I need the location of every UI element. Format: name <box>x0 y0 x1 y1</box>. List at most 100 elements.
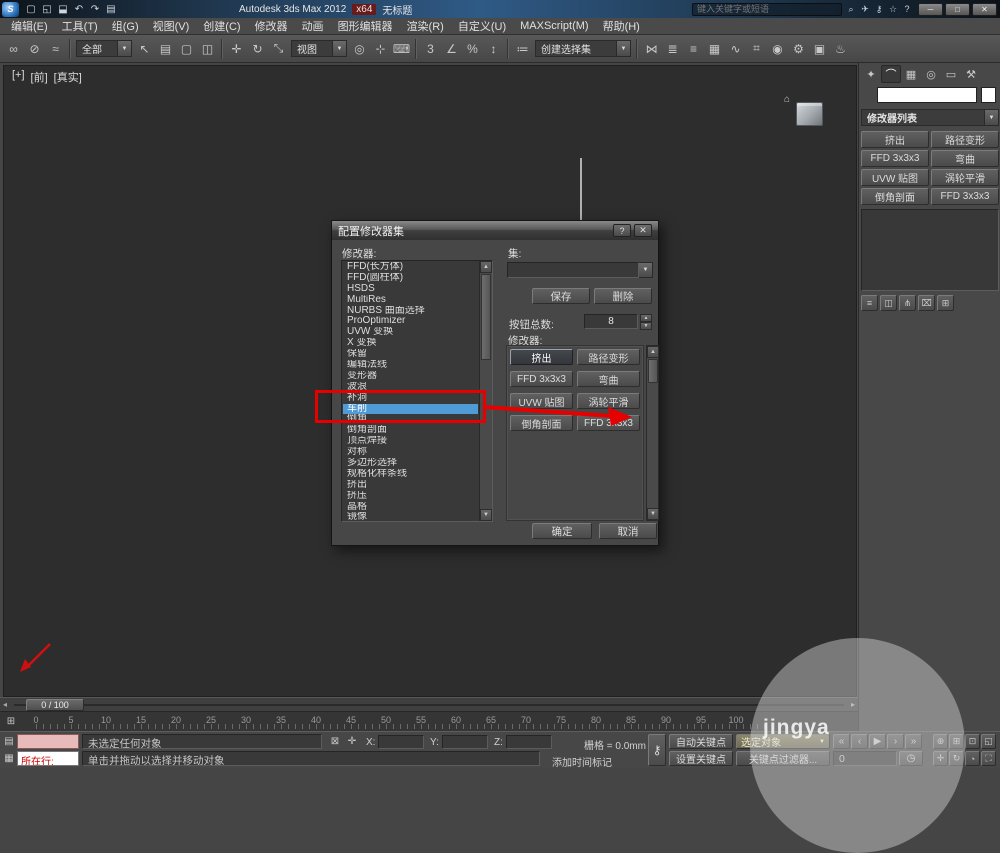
scene-spline-object[interactable] <box>580 158 582 224</box>
reference-coord-dropdown[interactable]: 视图 ▼ <box>291 40 347 57</box>
maxscript-listener-icon[interactable]: ▤ <box>2 734 16 749</box>
scroll-down-icon[interactable]: ▼ <box>647 508 659 520</box>
slider-left-arrow-icon[interactable]: ◂ <box>3 700 7 709</box>
chevron-down-icon[interactable]: ▼ <box>985 109 999 126</box>
modifier-button[interactable]: 挤出 <box>510 349 573 365</box>
menu-item[interactable]: 动画 <box>295 18 331 34</box>
modifier-list-item[interactable]: ProOptimizer <box>343 316 478 327</box>
transform-mode-icon[interactable]: ✛ <box>345 734 359 749</box>
tab-motion-icon[interactable]: ◎ <box>921 65 941 83</box>
modifier-button[interactable]: 路径变形 <box>577 349 640 365</box>
select-and-move-icon[interactable]: ✛ <box>226 38 247 59</box>
menu-item[interactable]: 图形编辑器 <box>331 18 400 34</box>
select-and-rotate-icon[interactable]: ↻ <box>247 38 268 59</box>
ok-button[interactable]: 确定 <box>532 523 592 539</box>
new-scene-icon[interactable]: ▢ <box>23 2 39 16</box>
render-setup-icon[interactable]: ⚙ <box>788 38 809 59</box>
percent-snap-icon[interactable]: % <box>462 38 483 59</box>
object-name-field[interactable] <box>877 87 977 103</box>
set-keys-button[interactable]: 设置关键点 <box>669 751 733 766</box>
modifier-list-item[interactable]: HSDS <box>343 284 478 295</box>
modifier-list-item[interactable]: 变形器 <box>343 371 478 382</box>
dialog-titlebar[interactable]: 配置修改器集 ? ✕ <box>332 221 658 240</box>
close-icon[interactable]: ✕ <box>972 2 997 16</box>
modifier-list-item[interactable]: NURBS 曲面选择 <box>343 306 478 317</box>
modifier-button[interactable]: 倒角剖面 <box>861 188 929 205</box>
modifier-list-item[interactable]: 保留 <box>343 349 478 360</box>
menu-item[interactable]: MAXScript(M) <box>513 20 595 32</box>
go-to-start-icon[interactable]: « <box>833 734 850 749</box>
3ds-max-logo-icon[interactable]: S <box>2 1 19 17</box>
spinner-down-icon[interactable]: ▼ <box>640 322 652 330</box>
search-input[interactable] <box>692 2 842 16</box>
modifier-list-item[interactable]: 倒角剖面 <box>343 425 478 436</box>
maximize-viewport-icon[interactable]: ⛶ <box>981 751 996 766</box>
align-icon[interactable]: ≣ <box>662 38 683 59</box>
slider-right-arrow-icon[interactable]: ▸ <box>851 700 855 709</box>
save-file-icon[interactable]: ⬓ <box>55 2 71 16</box>
menu-item[interactable]: 创建(C) <box>196 18 247 34</box>
use-pivot-center-icon[interactable]: ◎ <box>349 38 370 59</box>
sign-in-key-icon[interactable]: ⚷ <box>872 3 886 16</box>
mini-listener-field[interactable]: 所在行: <box>17 751 79 766</box>
menu-item[interactable]: 自定义(U) <box>451 18 513 34</box>
viewport-menu-shading[interactable]: [真实] <box>54 69 82 85</box>
zoom-extents-icon[interactable]: ⊡ <box>965 734 980 749</box>
edit-named-selections-icon[interactable]: ≔ <box>512 38 533 59</box>
modifier-list-item[interactable]: 编辑法线 <box>343 360 478 371</box>
spinner-up-icon[interactable]: ▲ <box>640 314 652 322</box>
y-coordinate-field[interactable] <box>442 735 488 749</box>
select-and-manipulate-icon[interactable]: ⊹ <box>370 38 391 59</box>
pan-icon[interactable]: ✛ <box>933 751 948 766</box>
layer-manager-icon[interactable]: ≡ <box>683 38 704 59</box>
schematic-view-icon[interactable]: ⌗ <box>746 38 767 59</box>
auto-key-button[interactable]: 自动关键点 <box>669 734 733 749</box>
select-object-icon[interactable]: ↖ <box>134 38 155 59</box>
scroll-thumb[interactable] <box>648 359 658 383</box>
modifier-button[interactable]: UVW 贴图 <box>861 169 929 186</box>
window-crossing-icon[interactable]: ◫ <box>197 38 218 59</box>
cancel-button[interactable]: 取消 <box>599 523 657 539</box>
redo-icon[interactable]: ↷ <box>87 2 103 16</box>
scroll-thumb[interactable] <box>481 274 491 360</box>
previous-frame-icon[interactable]: ‹ <box>851 734 868 749</box>
select-by-name-icon[interactable]: ▤ <box>155 38 176 59</box>
sets-dropdown[interactable]: ▼ <box>507 262 653 278</box>
modifier-list-item[interactable]: 挤压 <box>343 491 478 502</box>
current-frame-field[interactable]: 0 <box>833 751 897 766</box>
material-editor-icon[interactable]: ◉ <box>767 38 788 59</box>
z-coordinate-field[interactable] <box>506 735 552 749</box>
project-folder-icon[interactable]: ▤ <box>103 2 119 16</box>
modifier-list-item[interactable]: MultiRes <box>343 295 478 306</box>
open-file-icon[interactable]: ◱ <box>39 2 55 16</box>
named-selection-dropdown[interactable]: 创建选择集 ▼ <box>535 40 631 57</box>
select-and-link-icon[interactable]: ∞ <box>3 38 24 59</box>
chevron-down-icon[interactable]: ▼ <box>639 262 653 278</box>
menu-item[interactable]: 渲染(R) <box>400 18 451 34</box>
modifier-stack[interactable] <box>861 209 999 291</box>
modifier-button[interactable]: FFD 3x3x3 <box>861 150 929 167</box>
menu-item[interactable]: 组(G) <box>105 18 146 34</box>
menu-item[interactable]: 编辑(E) <box>4 18 55 34</box>
selection-lock-icon[interactable]: ⊠ <box>328 734 342 749</box>
time-slider-track[interactable] <box>14 704 844 706</box>
zoom-icon[interactable]: ⊕ <box>933 734 948 749</box>
modifier-list-item[interactable]: 顶点焊接 <box>343 436 478 447</box>
modifier-list-item[interactable]: 对称 <box>343 447 478 458</box>
modifier-list-item[interactable]: 镜像 <box>343 512 478 520</box>
tab-create-icon[interactable]: ✦ <box>861 65 881 83</box>
modifier-button[interactable]: 弯曲 <box>931 150 999 167</box>
pin-stack-icon[interactable]: ≡ <box>861 295 878 311</box>
add-time-tag[interactable]: 添加时间标记 <box>552 754 612 769</box>
show-end-result-icon[interactable]: ◫ <box>880 295 897 311</box>
make-unique-icon[interactable]: ⋔ <box>899 295 916 311</box>
rectangular-selection-region-icon[interactable]: ▢ <box>176 38 197 59</box>
save-button[interactable]: 保存 <box>532 288 590 304</box>
object-color-swatch[interactable] <box>981 87 996 103</box>
grid-scrollbar[interactable]: ▲ ▼ <box>646 345 659 521</box>
viewcube[interactable]: ⌂ <box>784 94 830 136</box>
bind-to-space-warp-icon[interactable]: ≈ <box>45 38 66 59</box>
delete-button[interactable]: 删除 <box>594 288 652 304</box>
tab-hierarchy-icon[interactable]: ▦ <box>901 65 921 83</box>
chevron-down-icon[interactable]: ▼ <box>819 739 825 745</box>
